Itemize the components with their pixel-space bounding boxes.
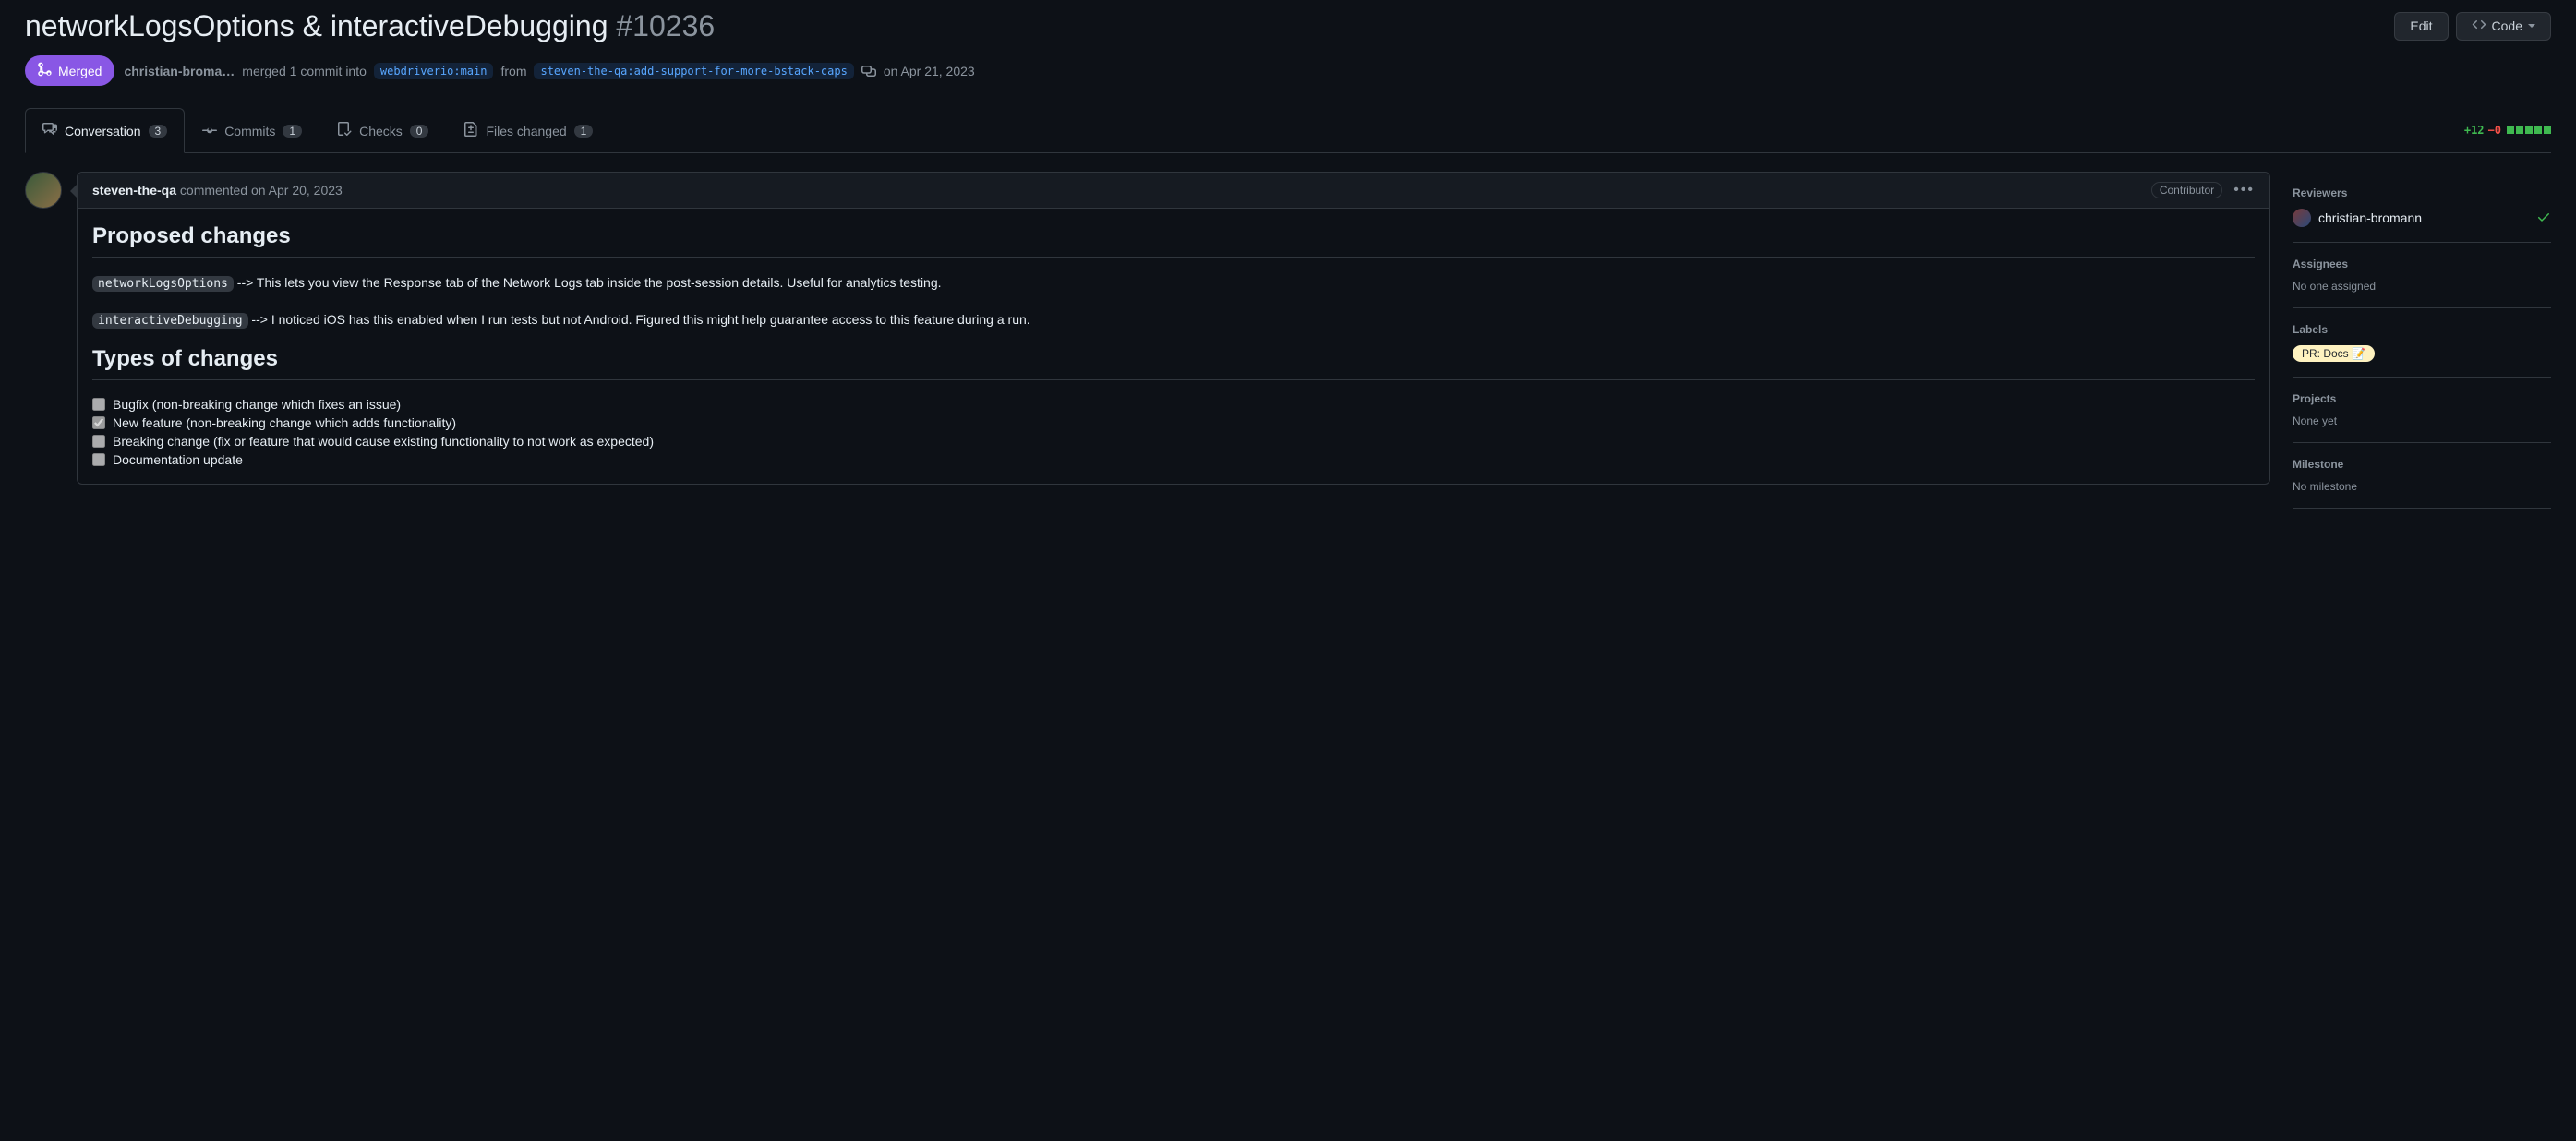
diffstat-additions: +12 bbox=[2464, 124, 2485, 137]
task-checkbox-feature[interactable] bbox=[92, 416, 105, 429]
sidebar-milestone-body: No milestone bbox=[2293, 480, 2551, 493]
task-label-bugfix: Bugfix (non-breaking change which fixes … bbox=[113, 397, 401, 412]
task-item: Bugfix (non-breaking change which fixes … bbox=[92, 395, 2255, 414]
sidebar-projects-body: None yet bbox=[2293, 414, 2551, 427]
comment-discussion-icon bbox=[42, 122, 57, 139]
inline-code-2: interactiveDebugging bbox=[92, 313, 248, 329]
diffstat-deletions: −0 bbox=[2488, 124, 2501, 137]
file-diff-icon bbox=[463, 122, 478, 139]
task-item: Breaking change (fix or feature that wou… bbox=[92, 432, 2255, 450]
diff-block bbox=[2507, 126, 2514, 134]
from-text: from bbox=[500, 64, 526, 78]
merge-author-link[interactable]: christian-broma… bbox=[124, 64, 235, 78]
tab-files-count: 1 bbox=[574, 125, 594, 138]
paragraph-1-text: --> This lets you view the Response tab … bbox=[234, 275, 942, 290]
code-button[interactable]: Code bbox=[2456, 12, 2551, 41]
pr-title-text: networkLogsOptions & interactiveDebuggin… bbox=[25, 9, 608, 42]
paragraph-2: interactiveDebugging --> I noticed iOS h… bbox=[92, 309, 2255, 331]
head-branch[interactable]: steven-the-qa:add-support-for-more-bstac… bbox=[534, 63, 853, 79]
caret-down-icon bbox=[2528, 24, 2535, 28]
edit-button[interactable]: Edit bbox=[2394, 12, 2448, 41]
sidebar-heading-assignees[interactable]: Assignees bbox=[2293, 258, 2551, 270]
task-item: New feature (non-breaking change which a… bbox=[92, 414, 2255, 432]
commented-text: commented bbox=[180, 183, 247, 198]
heading-proposed-changes: Proposed changes bbox=[92, 223, 2255, 258]
tab-checks-count: 0 bbox=[410, 125, 429, 138]
merge-text-1: merged 1 commit into bbox=[242, 64, 367, 78]
task-checkbox-breaking[interactable] bbox=[92, 435, 105, 448]
diff-block bbox=[2544, 126, 2551, 134]
checklist-icon bbox=[337, 122, 352, 139]
sidebar-assignees-body: No one assigned bbox=[2293, 280, 2551, 293]
tab-checks[interactable]: Checks 0 bbox=[319, 108, 446, 152]
sidebar-heading-projects[interactable]: Projects bbox=[2293, 392, 2551, 405]
label-pill[interactable]: PR: Docs 📝 bbox=[2293, 345, 2375, 362]
tab-files-label: Files changed bbox=[486, 124, 566, 138]
diffstat: +12 −0 bbox=[2464, 124, 2551, 137]
pr-title: networkLogsOptions & interactiveDebuggin… bbox=[25, 7, 2379, 44]
state-badge: Merged bbox=[25, 55, 114, 86]
base-branch[interactable]: webdriverio:main bbox=[374, 63, 494, 79]
pr-number: #10236 bbox=[616, 9, 715, 42]
tab-conversation-count: 3 bbox=[149, 125, 168, 138]
git-commit-icon bbox=[202, 122, 217, 139]
reviewer-avatar[interactable] bbox=[2293, 209, 2311, 227]
tab-commits[interactable]: Commits 1 bbox=[185, 108, 319, 152]
task-label-docs: Documentation update bbox=[113, 452, 243, 467]
sidebar-heading-reviewers[interactable]: Reviewers bbox=[2293, 186, 2551, 199]
merge-date: on Apr 21, 2023 bbox=[884, 64, 975, 78]
heading-types-of-changes: Types of changes bbox=[92, 346, 2255, 380]
sidebar-heading-labels[interactable]: Labels bbox=[2293, 323, 2551, 336]
contributor-badge: Contributor bbox=[2151, 182, 2222, 198]
tab-commits-count: 1 bbox=[283, 125, 302, 138]
task-label-feature: New feature (non-breaking change which a… bbox=[113, 415, 456, 430]
check-icon bbox=[2536, 210, 2551, 227]
tab-commits-label: Commits bbox=[224, 124, 275, 138]
sidebar-heading-milestone[interactable]: Milestone bbox=[2293, 458, 2551, 471]
diff-block bbox=[2534, 126, 2542, 134]
copy-icon[interactable] bbox=[861, 62, 876, 79]
diff-block bbox=[2516, 126, 2523, 134]
avatar[interactable] bbox=[25, 172, 62, 209]
tab-conversation-label: Conversation bbox=[65, 124, 141, 138]
state-label: Merged bbox=[58, 64, 102, 78]
task-label-breaking: Breaking change (fix or feature that wou… bbox=[113, 434, 654, 449]
kebab-menu-icon[interactable]: ••• bbox=[2233, 182, 2255, 198]
task-checkbox-docs[interactable] bbox=[92, 453, 105, 466]
comment-author-link[interactable]: steven-the-qa bbox=[92, 183, 176, 198]
tab-checks-label: Checks bbox=[359, 124, 403, 138]
task-item: Documentation update bbox=[92, 450, 2255, 469]
tab-conversation[interactable]: Conversation 3 bbox=[25, 108, 185, 153]
paragraph-1: networkLogsOptions --> This lets you vie… bbox=[92, 272, 2255, 294]
reviewer-name-link[interactable]: christian-bromann bbox=[2318, 210, 2422, 225]
task-checkbox-bugfix[interactable] bbox=[92, 398, 105, 411]
comment-date-link[interactable]: on Apr 20, 2023 bbox=[251, 183, 343, 198]
diff-block bbox=[2525, 126, 2533, 134]
paragraph-2-text: --> I noticed iOS has this enabled when … bbox=[248, 312, 1030, 327]
git-merge-icon bbox=[38, 62, 53, 79]
tab-files-changed[interactable]: Files changed 1 bbox=[446, 108, 610, 152]
code-button-label: Code bbox=[2492, 18, 2522, 33]
inline-code-1: networkLogsOptions bbox=[92, 276, 234, 292]
comment-box: steven-the-qa commented on Apr 20, 2023 … bbox=[77, 172, 2270, 485]
edit-button-label: Edit bbox=[2410, 18, 2432, 33]
code-icon bbox=[2472, 18, 2486, 35]
